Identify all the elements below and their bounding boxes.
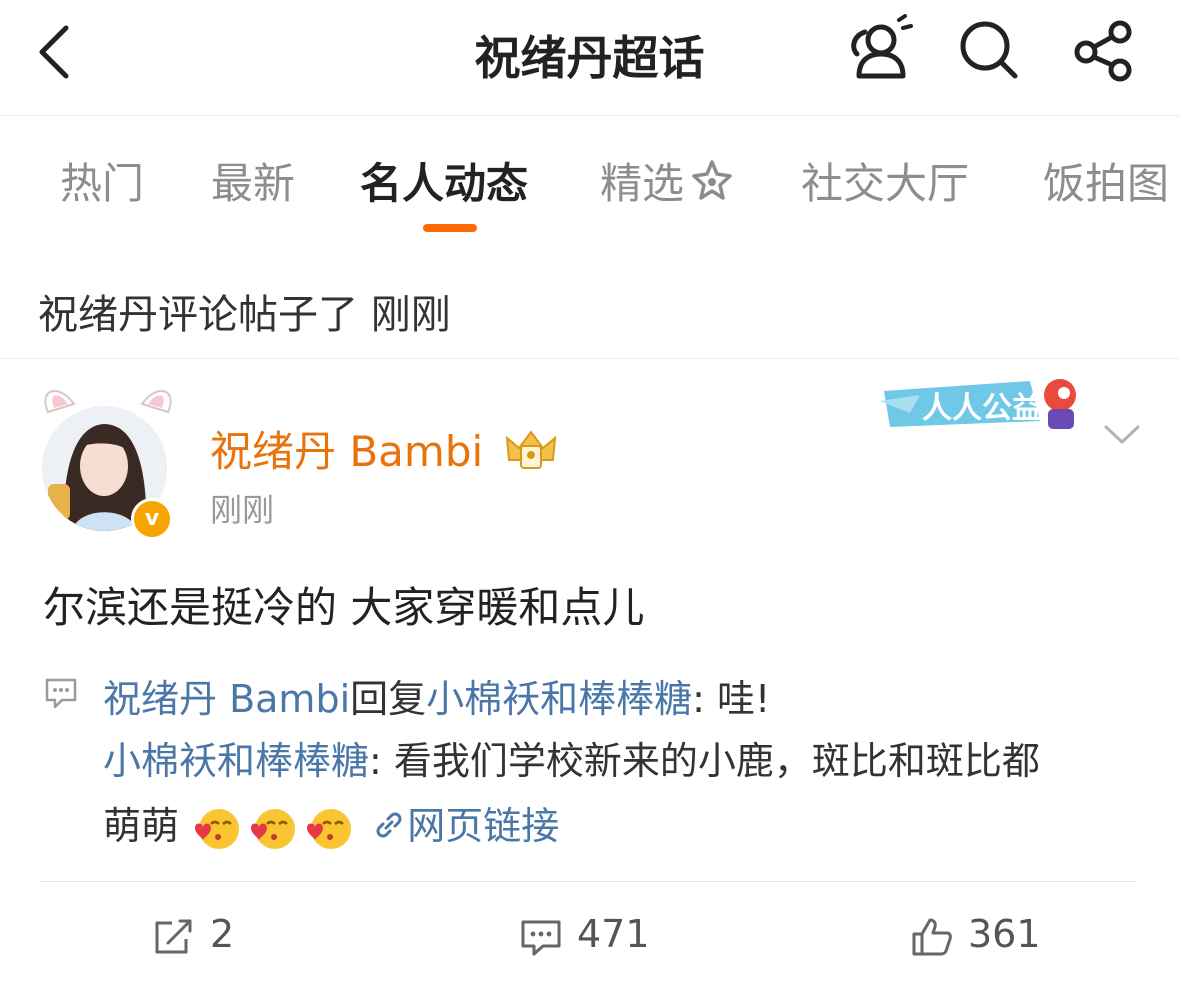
verified-badge: v	[131, 498, 173, 540]
top-bar: 祝绪丹超话	[0, 0, 1179, 116]
tab-latest[interactable]: 最新	[211, 150, 295, 211]
comment-reply-line: 祝绪丹 Bambi回复小棉袄和棒棒糖: 哇!	[103, 668, 770, 723]
search-icon	[960, 21, 1018, 79]
charity-badge-label: 人人公益	[922, 391, 1042, 426]
reply-word: 回复	[350, 677, 427, 721]
activity-status: 祝绪丹评论帖子了 刚刚	[38, 292, 451, 338]
quoted-comment-line: 小棉袄和棒棒糖: 看我们学校新来的小鹿，斑比和斑比都	[103, 730, 1040, 785]
reply-text: : 哇!	[692, 677, 771, 721]
tab-social-hall[interactable]: 社交大厅	[801, 150, 969, 211]
chevron-down-icon	[1104, 425, 1140, 444]
post-timestamp: 刚刚	[210, 491, 275, 529]
crown-level-icon	[505, 430, 556, 469]
web-link[interactable]: 网页链接	[371, 804, 559, 848]
search-button[interactable]	[955, 16, 1025, 90]
quoted-author-link[interactable]: 小棉袄和棒棒糖	[103, 739, 369, 783]
repost-button[interactable]: 2	[152, 912, 234, 957]
author-name[interactable]: 祝绪丹 Bambi	[210, 427, 483, 476]
kiss-emoji-icon	[307, 808, 352, 849]
tab-featured-label: 精选	[600, 159, 685, 208]
tab-fan-photos[interactable]: 饭拍图	[1043, 150, 1169, 211]
quoted-comment-line-2: 萌萌 网页链接	[103, 795, 559, 852]
post-text: 尔滨还是挺冷的 大家穿暖和点儿	[43, 583, 645, 632]
kiss-emoji-icon	[195, 808, 240, 849]
charity-badge[interactable]: 人人公益	[880, 373, 1095, 435]
author-avatar[interactable]: v	[38, 380, 178, 540]
tab-featured[interactable]: 精选	[600, 150, 735, 211]
sparkle-badge-icon	[692, 160, 732, 200]
comment-icon	[44, 676, 78, 714]
user-group-icon	[851, 14, 913, 79]
repost-icon	[155, 919, 192, 953]
quoted-text: : 看我们学校新来的小鹿，斑比和斑比都	[369, 739, 1040, 783]
kiss-emoji-icon	[251, 808, 296, 849]
author-name-row: 祝绪丹 Bambi	[210, 418, 559, 479]
web-link-label: 网页链接	[407, 804, 560, 848]
comment-count: 471	[577, 912, 650, 956]
repost-count: 2	[210, 912, 235, 956]
post-menu-button[interactable]	[1102, 422, 1142, 452]
tab-hot[interactable]: 热门	[60, 150, 144, 211]
thumbs-up-icon	[912, 918, 952, 955]
divider	[0, 358, 1179, 359]
quoted-text-continued: 萌萌	[103, 804, 180, 848]
like-button[interactable]: 361	[910, 912, 1041, 958]
link-icon	[376, 812, 402, 838]
tab-celebrity-updates[interactable]: 名人动态	[360, 150, 528, 211]
share-icon	[1074, 20, 1132, 82]
active-tab-indicator	[423, 224, 477, 232]
like-count: 361	[968, 912, 1041, 956]
reply-author-link[interactable]: 祝绪丹 Bambi	[103, 677, 350, 721]
reply-target-link[interactable]: 小棉袄和棒棒糖	[426, 677, 692, 721]
share-button[interactable]	[1072, 18, 1138, 88]
user-group-button[interactable]	[845, 14, 915, 88]
comment-icon	[521, 920, 561, 955]
comment-button[interactable]: 471	[519, 912, 650, 957]
divider	[40, 881, 1136, 882]
